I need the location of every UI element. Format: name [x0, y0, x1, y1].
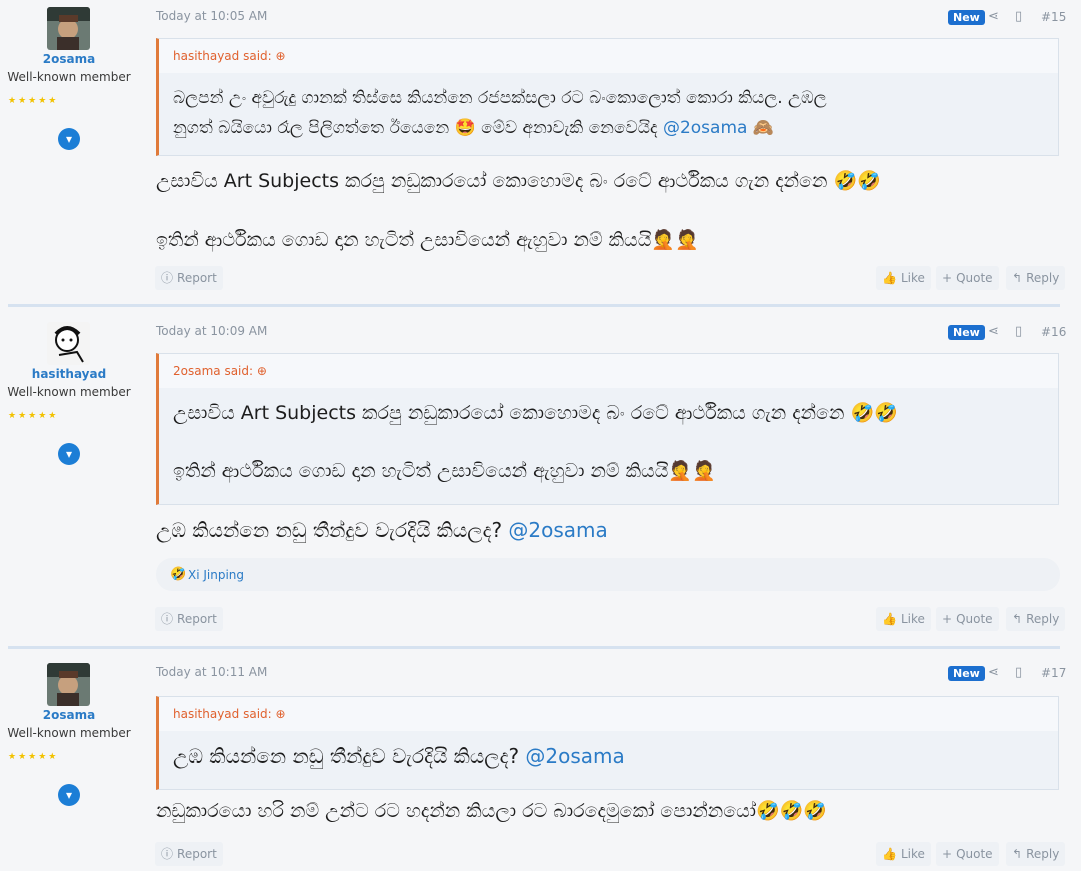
quote-button[interactable]: + Quote [936, 266, 999, 290]
post-date[interactable]: Today at 10:05 AM [156, 9, 267, 23]
reply-button[interactable]: ↰ Reply [1006, 607, 1066, 631]
quote-button[interactable]: + Quote [936, 842, 999, 866]
quote-block: 2osama said: ⊕ උසාවිය Art Subjects කරපු … [156, 353, 1059, 505]
post-number[interactable]: #15 [1041, 10, 1066, 24]
reply-icon: ↰ [1012, 847, 1023, 861]
report-button[interactable]: ⓘ Report [155, 607, 223, 631]
like-icon: 👍 [882, 612, 897, 626]
chevron-down-icon[interactable]: ▾ [58, 443, 80, 465]
post-divider [8, 304, 1060, 307]
reply-button[interactable]: ↰ Reply [1006, 266, 1066, 290]
rating-stars: ★★★★★ [8, 96, 59, 106]
author-title: Well-known member [7, 70, 131, 84]
quote-line: නුගත් බයියො රෑල පිලිගත්තෙ ඊයෙනෙ 🤩 මේව අන… [173, 118, 658, 138]
message-line: ඉතින් ආර්ථිකය ගොඩ දාන හැටිත් උසාවියෙන් ඇ… [156, 229, 699, 251]
chevron-down-icon[interactable]: ▾ [58, 784, 80, 806]
quote-author[interactable]: hasithayad said: ⊕ [159, 39, 1058, 73]
like-button[interactable]: 👍 Like [876, 266, 931, 290]
report-icon: ⓘ [161, 847, 174, 861]
chevron-down-icon[interactable]: ▾ [58, 128, 80, 150]
share-icon[interactable]: ⋖ [988, 324, 999, 339]
message-line: නඩුකාරයො හරි නම් උන්ට රට හදන්න කියලා රට … [156, 800, 828, 822]
avatar[interactable] [47, 7, 90, 50]
quote-line: උඹ කියන්නෙ නඩු තීන්දුව වැරදියි කියලද? [173, 744, 520, 768]
mention-link[interactable]: @2osama [663, 118, 747, 138]
new-badge: New [948, 325, 985, 340]
post-16: hasithayad Well-known member ★★★★★ ▾ Tod… [0, 315, 1070, 645]
bookmark-icon[interactable]: ▯ [1015, 324, 1022, 339]
post-divider [8, 646, 1060, 649]
new-badge: New [948, 10, 985, 25]
reply-icon: ↰ [1012, 271, 1023, 285]
post-number[interactable]: #16 [1041, 325, 1066, 339]
message-line: උඹ කියන්නෙ නඩු තීන්දුව වැරදියි කියලද? @2… [156, 518, 608, 542]
author-name[interactable]: 2osama [0, 708, 138, 722]
quote-block: hasithayad said: ⊕ උඹ කියන්නෙ නඩු තීන්දු… [156, 696, 1059, 790]
report-button[interactable]: ⓘ Report [155, 842, 223, 866]
plus-icon: + [942, 271, 953, 285]
post-15: 2osama Well-known member ★★★★★ ▾ Today a… [0, 0, 1070, 300]
reaction-user-link[interactable]: Xi Jinping [188, 568, 244, 582]
quote-author[interactable]: 2osama said: ⊕ [159, 354, 1058, 388]
bookmark-icon[interactable]: ▯ [1015, 9, 1022, 24]
author-title: Well-known member [7, 385, 131, 399]
reply-icon: ↰ [1012, 612, 1023, 626]
quote-button[interactable]: + Quote [936, 607, 999, 631]
report-button[interactable]: ⓘ Report [155, 266, 223, 290]
like-icon: 👍 [882, 847, 897, 861]
quote-block: hasithayad said: ⊕ බලපන් උං අවුරුදු ගානක… [156, 38, 1059, 156]
share-icon[interactable]: ⋖ [988, 9, 999, 24]
report-icon: ⓘ [161, 271, 174, 285]
rating-stars: ★★★★★ [8, 752, 59, 762]
rating-stars: ★★★★★ [8, 411, 59, 421]
like-button[interactable]: 👍 Like [876, 607, 931, 631]
author-name[interactable]: hasithayad [0, 367, 138, 381]
bookmark-icon[interactable]: ▯ [1015, 665, 1022, 680]
quote-line: උසාවිය Art Subjects කරපු නඩුකාරයෝ කොහොමද… [173, 402, 898, 424]
author-title: Well-known member [7, 726, 131, 740]
arrow-up-icon[interactable]: ⊕ [257, 364, 267, 378]
plus-icon: + [942, 612, 953, 626]
quote-line: ඉතින් ආර්ථිකය ගොඩ දාන හැටිත් උසාවියෙන් ඇ… [173, 460, 716, 482]
laughing-icon: 🤣 [170, 567, 187, 582]
report-icon: ⓘ [161, 612, 174, 626]
post-number[interactable]: #17 [1041, 666, 1066, 680]
like-button[interactable]: 👍 Like [876, 842, 931, 866]
avatar[interactable] [47, 663, 90, 706]
arrow-up-icon[interactable]: ⊕ [276, 49, 286, 63]
post-date[interactable]: Today at 10:09 AM [156, 324, 267, 338]
avatar[interactable] [47, 322, 90, 365]
message-line: උසාවිය Art Subjects කරපු නඩුකාරයෝ කොහොමද… [156, 170, 881, 192]
arrow-up-icon[interactable]: ⊕ [276, 707, 286, 721]
new-badge: New [948, 666, 985, 681]
mention-link[interactable]: @2osama [508, 518, 607, 542]
mention-link[interactable]: @2osama [525, 744, 624, 768]
quote-author[interactable]: hasithayad said: ⊕ [159, 697, 1058, 731]
post-date[interactable]: Today at 10:11 AM [156, 665, 267, 679]
like-icon: 👍 [882, 271, 897, 285]
quote-line: බලපන් උං අවුරුදු ගානක් තිස්සෙ කියන්නෙ රජ… [173, 88, 827, 108]
reactions-bar[interactable]: 🤣 Xi Jinping [156, 558, 1060, 591]
author-name[interactable]: 2osama [0, 52, 138, 66]
emoji: 🙈 [752, 118, 775, 138]
reply-button[interactable]: ↰ Reply [1006, 842, 1066, 866]
plus-icon: + [942, 847, 953, 861]
share-icon[interactable]: ⋖ [988, 665, 999, 680]
post-17: 2osama Well-known member ★★★★★ ▾ Today a… [0, 656, 1070, 871]
